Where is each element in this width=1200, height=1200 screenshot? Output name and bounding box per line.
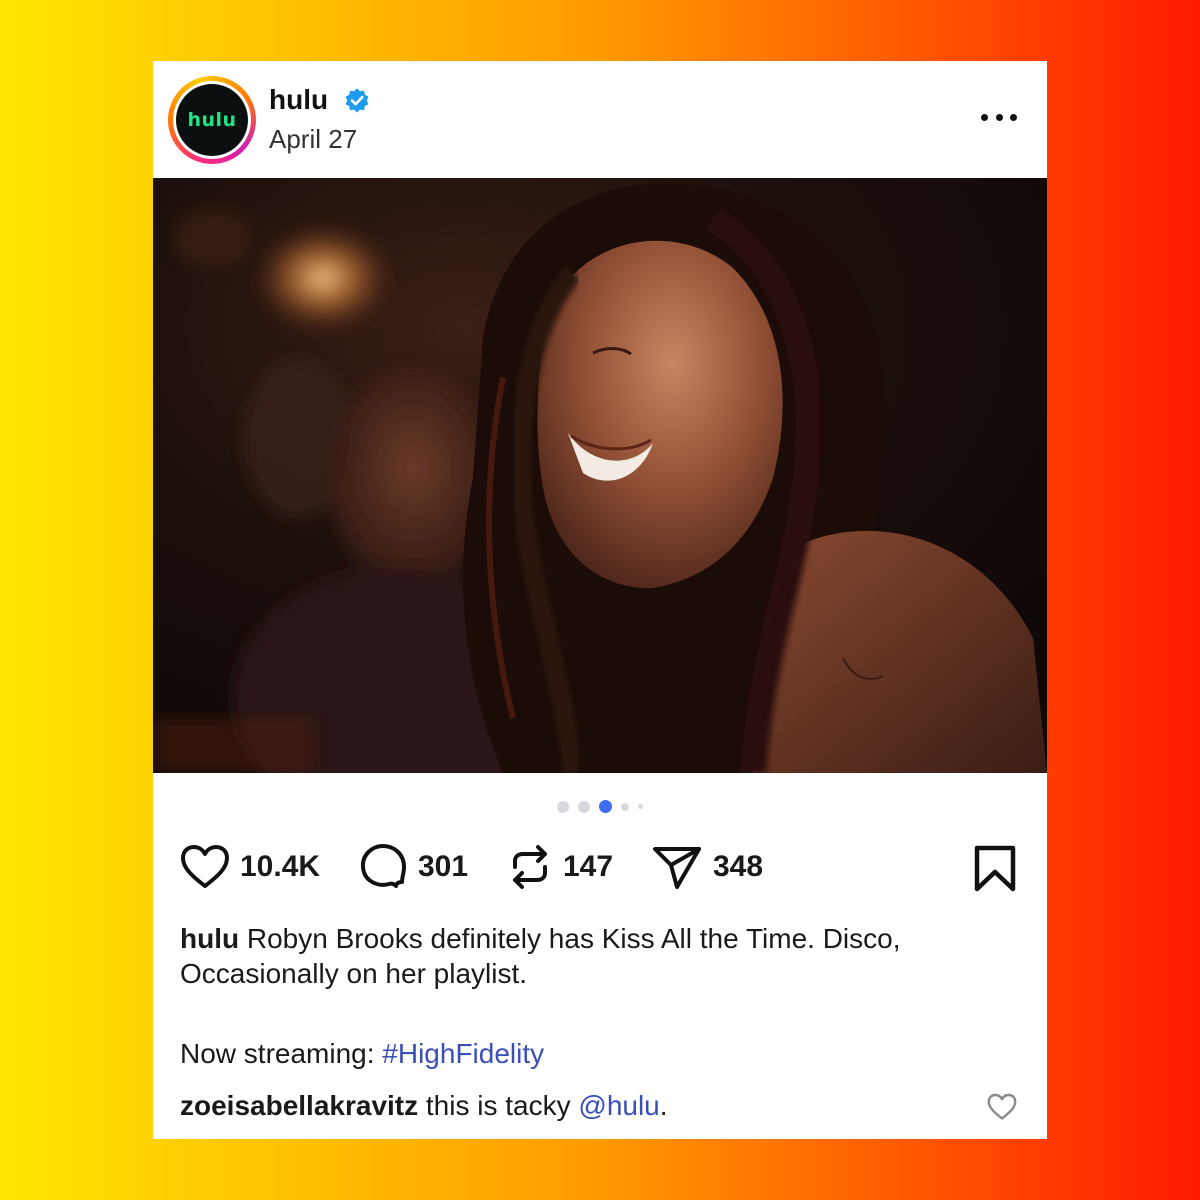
bookmark-icon[interactable] [973,845,1017,893]
avatar-logo-text: hulu [187,109,237,131]
comment-count: 301 [418,850,469,883]
post-header: hulu hulu April 27 [153,61,1047,178]
carousel-dot[interactable] [557,800,569,813]
more-options-icon[interactable] [981,103,1017,131]
share-count: 348 [713,850,764,883]
story-ring[interactable]: hulu [168,76,256,164]
comment-button[interactable]: 301 [358,841,468,893]
comment-text: this is tacky [425,1090,579,1121]
carousel-dot[interactable] [621,802,629,811]
caption-text: Robyn Brooks definitely has Kiss All the… [180,923,901,989]
streaming-prefix: Now streaming: [180,1038,383,1069]
repost-count: 147 [563,850,614,883]
comment-icon [360,844,406,888]
heart-icon [181,845,229,888]
verified-badge-icon [345,88,369,113]
mention-link[interactable]: @hulu [578,1090,659,1121]
carousel-dot[interactable] [638,804,643,809]
action-bar: 10.4K 301 147 348 [153,841,1047,893]
carousel-indicator [153,800,1047,813]
like-count: 10.4K [240,850,321,883]
repost-icon [513,845,547,889]
top-comment: zoeisabellakravitz this is tacky @hulu. [180,1088,668,1123]
post-caption: hulu Robyn Brooks definitely has Kiss Al… [180,921,1020,991]
comment-suffix: . [659,1090,668,1121]
post-card: hulu hulu April 27 10.4K 301 147 348 hul… [153,61,1047,1139]
post-username[interactable]: hulu [269,83,328,117]
repost-button[interactable]: 147 [507,841,613,893]
like-button[interactable]: 10.4K [180,841,320,893]
avatar[interactable]: hulu [176,84,248,156]
post-date: April 27 [269,124,358,154]
comment-like-heart-icon[interactable] [987,1093,1017,1121]
share-button[interactable]: 348 [651,841,763,893]
comment-username[interactable]: zoeisabellakravitz [180,1090,418,1121]
carousel-dot[interactable] [578,800,590,813]
caption-streaming-line: Now streaming: #HighFidelity [180,1036,544,1071]
photo-scene [153,178,1047,773]
share-icon [653,847,701,889]
carousel-dot-active[interactable] [599,800,612,813]
caption-username[interactable]: hulu [180,923,239,954]
post-photo[interactable] [153,178,1047,773]
hashtag-link[interactable]: #HighFidelity [382,1038,544,1069]
